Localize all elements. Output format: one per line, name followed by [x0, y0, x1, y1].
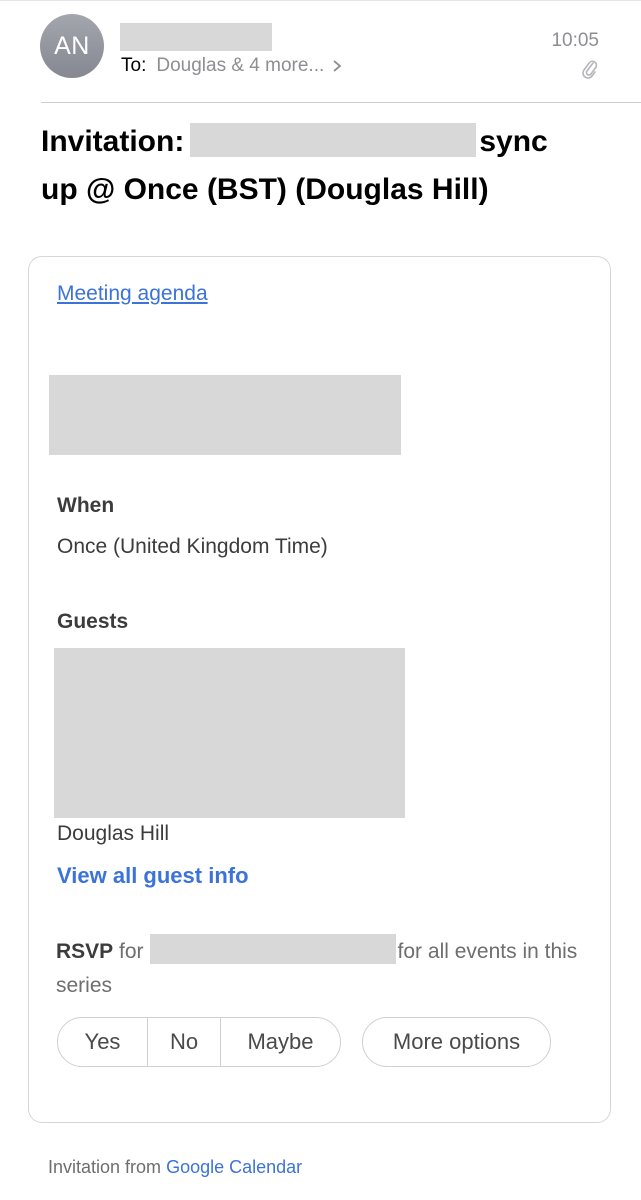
more-options-button[interactable]: More options — [362, 1017, 551, 1067]
guests-label: Guests — [57, 610, 129, 633]
header-divider — [41, 102, 641, 103]
received-time: 10:05 — [551, 30, 599, 51]
chevron-right-icon — [333, 60, 342, 72]
guest-name: Douglas Hill — [57, 822, 170, 845]
top-border — [0, 0, 641, 1]
google-calendar-link[interactable]: Google Calendar — [166, 1157, 302, 1177]
recipients-row[interactable]: To: Douglas & 4 more... — [121, 55, 344, 77]
recipients-summary: Douglas & 4 more... — [156, 55, 325, 76]
event-details-redacted — [49, 375, 401, 455]
subject-suffix: sync — [479, 125, 548, 158]
footer-prefix: Invitation from — [48, 1157, 162, 1177]
invitation-footer: Invitation from Google Calendar — [48, 1157, 302, 1178]
rsvp-button-group: Yes No Maybe — [57, 1017, 341, 1067]
rsvp-for: for — [119, 940, 144, 963]
paperclip-icon[interactable] — [582, 58, 598, 80]
rsvp-email-redacted — [149, 934, 396, 964]
rsvp-label: RSVP — [56, 940, 114, 963]
rsvp-yes-button[interactable]: Yes — [58, 1018, 147, 1066]
view-all-guest-info-link[interactable]: View all guest info — [57, 863, 249, 889]
meeting-agenda-link[interactable]: Meeting agenda — [57, 282, 208, 306]
rsvp-no-button[interactable]: No — [147, 1018, 220, 1066]
to-label: To: — [121, 55, 147, 76]
sender-name-redacted — [120, 23, 272, 51]
subject-prefix: Invitation: — [41, 125, 185, 158]
sender-avatar[interactable]: AN — [40, 14, 104, 78]
when-value: Once (United Kingdom Time) — [57, 535, 328, 558]
email-subject: Invitation: sync up @ Once (BST) (Douglas… — [41, 118, 601, 214]
rsvp-text: RSVP for for all events in this series — [56, 934, 596, 1003]
subject-redacted — [190, 123, 477, 157]
subject-line-2: up @ Once (BST) (Douglas Hill) — [41, 173, 489, 206]
when-label: When — [57, 494, 115, 517]
guest-list-redacted — [54, 648, 405, 818]
rsvp-maybe-button[interactable]: Maybe — [220, 1018, 340, 1066]
